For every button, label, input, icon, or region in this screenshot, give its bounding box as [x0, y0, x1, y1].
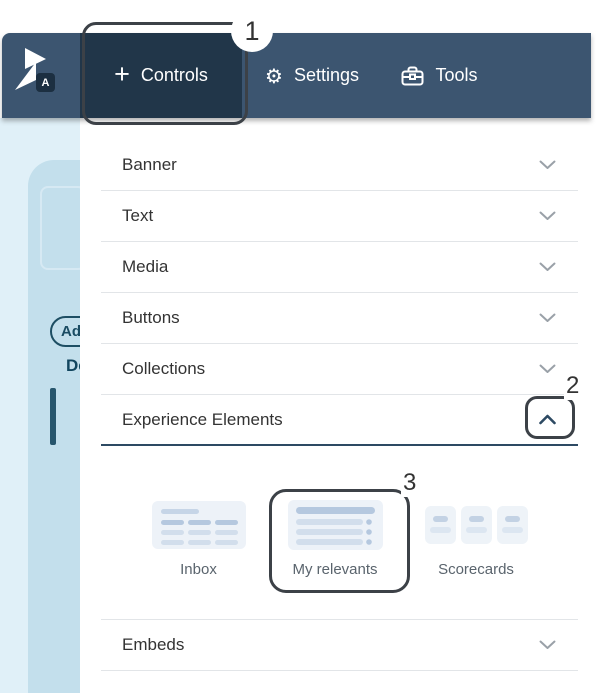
section-embeds[interactable]: Embeds: [101, 620, 578, 671]
section-label: Experience Elements: [122, 409, 283, 429]
chevron-down-icon: [539, 364, 556, 373]
widget-label: Inbox: [180, 561, 217, 578]
section-buttons[interactable]: Buttons: [101, 293, 578, 344]
add-button-label: Ad: [61, 323, 81, 340]
chevron-down-icon: [539, 640, 556, 649]
app-logo[interactable]: A: [12, 45, 62, 105]
widget-label: Scorecards: [438, 561, 514, 578]
section-label: Embeds: [122, 635, 185, 654]
tab-label: Settings: [293, 65, 359, 85]
section-collections[interactable]: Collections: [101, 344, 578, 395]
tab-label: Tools: [435, 65, 478, 85]
chevron-down-icon: [539, 262, 556, 271]
logo-a-badge: A: [36, 73, 55, 92]
widget-inbox[interactable]: Inbox: [151, 500, 246, 619]
tab-tools[interactable]: Tools: [387, 33, 492, 118]
annotation-box-3: [269, 489, 410, 593]
widget-scorecards[interactable]: Scorecards: [424, 500, 528, 619]
chevron-down-icon: [539, 313, 556, 322]
annotation-number-3: 3: [401, 469, 419, 497]
controls-panel: Banner Text Media Buttons Collections Ex…: [80, 118, 592, 693]
gear-icon: ⚙: [265, 63, 283, 88]
section-label: Text: [122, 206, 154, 225]
text-cursor-bar: [50, 388, 56, 445]
section-text[interactable]: Text: [101, 191, 578, 242]
section-banner[interactable]: Banner: [101, 140, 578, 191]
annotation-number-1: 1: [231, 10, 273, 52]
annotation-box-2: [525, 396, 575, 439]
chevron-down-icon: [539, 211, 556, 220]
section-label: Media: [122, 257, 169, 276]
scorecards-widget-icon: [424, 506, 528, 544]
section-label: Banner: [122, 155, 177, 174]
annotation-number-2: 2: [564, 372, 582, 400]
section-label: Buttons: [122, 308, 180, 327]
chevron-down-icon: [539, 160, 556, 169]
section-media[interactable]: Media: [101, 242, 578, 293]
toolbox-icon: [401, 66, 424, 86]
annotation-box-1: [82, 22, 248, 125]
section-experience-elements[interactable]: Experience Elements: [101, 395, 578, 446]
section-label: Collections: [122, 359, 206, 378]
inbox-widget-icon: [151, 501, 246, 549]
